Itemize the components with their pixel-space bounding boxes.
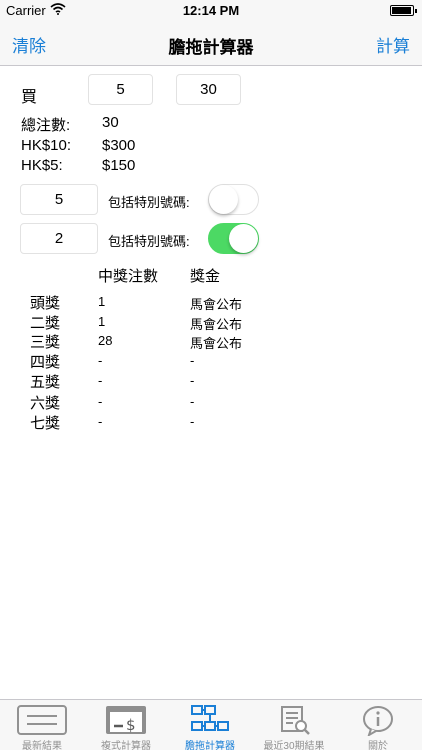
legs-count-input[interactable]: 30 bbox=[176, 74, 241, 105]
flow-diagram-icon bbox=[190, 704, 230, 739]
tab-multiple-calculator[interactable]: $ 複式計算器 bbox=[84, 700, 168, 750]
svg-text:$: $ bbox=[126, 716, 136, 734]
info-icon bbox=[361, 704, 395, 741]
special-count-input-2[interactable]: 2 bbox=[20, 223, 98, 254]
buy-label: 買 bbox=[21, 89, 38, 106]
prize-tier-count: 1 bbox=[98, 294, 106, 309]
prize-tier-count: - bbox=[98, 414, 103, 429]
total-bets-label: 總注數: bbox=[21, 117, 71, 134]
prize-tier-amount: 馬會公布 bbox=[190, 317, 243, 332]
calculator-form: 買 5 30 總注數: 30 HK$10: $300 HK$5: $150 5 … bbox=[0, 67, 422, 699]
prize-tier-name: 七獎 bbox=[30, 415, 61, 432]
tab-label: 膽拖計算器 bbox=[185, 741, 235, 750]
calculator-dollar-icon: $ bbox=[104, 704, 148, 741]
prize-tier-name: 三獎 bbox=[30, 334, 61, 351]
prize-tier-name: 二獎 bbox=[30, 315, 61, 332]
include-special-toggle-1[interactable] bbox=[208, 184, 259, 215]
tab-recent-30-results[interactable]: 最近30期結果 bbox=[252, 700, 336, 750]
prize-tier-amount: - bbox=[190, 394, 195, 409]
page-title: 膽拖計算器 bbox=[168, 38, 254, 57]
banker-count-input[interactable]: 5 bbox=[88, 74, 153, 105]
prize-tier-name: 六獎 bbox=[30, 395, 61, 412]
prize-tier-amount: 馬會公布 bbox=[190, 297, 243, 312]
include-special-toggle-2[interactable] bbox=[208, 223, 259, 254]
hk10-value: $300 bbox=[102, 137, 136, 154]
prize-tier-count: 28 bbox=[98, 333, 113, 348]
status-time: 12:14 PM bbox=[182, 3, 240, 18]
prize-tier-count: - bbox=[98, 373, 103, 388]
tab-about[interactable]: 關於 bbox=[336, 700, 420, 750]
hk10-label: HK$10: bbox=[21, 137, 72, 154]
include-special-label-2: 包括特別號碼: bbox=[108, 234, 190, 249]
tab-label: 關於 bbox=[368, 741, 388, 750]
prize-tier-amount: 馬會公布 bbox=[190, 336, 243, 351]
toggle-knob bbox=[229, 224, 258, 253]
prize-tier-amount: - bbox=[190, 373, 195, 388]
prize-tier-name: 四獎 bbox=[30, 354, 61, 371]
tab-label: 最近30期結果 bbox=[263, 741, 325, 750]
calculate-button[interactable]: 計算 bbox=[376, 32, 410, 57]
tab-label: 複式計算器 bbox=[101, 741, 151, 750]
tab-latest-results[interactable]: 最新結果 bbox=[0, 700, 84, 750]
toggle-knob bbox=[209, 185, 238, 214]
nav-bar: 清除 膽拖計算器 計算 bbox=[0, 22, 422, 66]
prize-tier-amount: - bbox=[190, 353, 195, 368]
total-bets-value: 30 bbox=[102, 114, 119, 131]
prize-tier-name: 頭獎 bbox=[30, 295, 61, 312]
include-special-label-1: 包括特別號碼: bbox=[108, 195, 190, 210]
special-count-input-1[interactable]: 5 bbox=[20, 184, 98, 215]
prize-tier-count: 1 bbox=[98, 314, 106, 329]
tab-banker-calculator[interactable]: 膽拖計算器 bbox=[168, 700, 252, 750]
tab-label: 最新結果 bbox=[22, 741, 62, 750]
hk5-label: HK$5: bbox=[21, 157, 63, 174]
status-bar: Carrier 12:14 PM bbox=[0, 0, 422, 22]
winning-bets-header: 中獎注數 bbox=[98, 268, 159, 285]
document-search-icon bbox=[277, 704, 311, 741]
prize-tier-amount: - bbox=[190, 414, 195, 429]
ticket-icon bbox=[15, 704, 69, 741]
tab-bar: 最新結果 $ 複式計算器 膽拖計算器 最近30期結果 關於 bbox=[0, 699, 422, 750]
prize-tier-name: 五獎 bbox=[30, 374, 61, 391]
prize-tier-count: - bbox=[98, 394, 103, 409]
battery-icon bbox=[390, 5, 417, 16]
prize-header: 獎金 bbox=[190, 268, 221, 285]
hk5-value: $150 bbox=[102, 157, 136, 174]
prize-tier-count: - bbox=[98, 353, 103, 368]
